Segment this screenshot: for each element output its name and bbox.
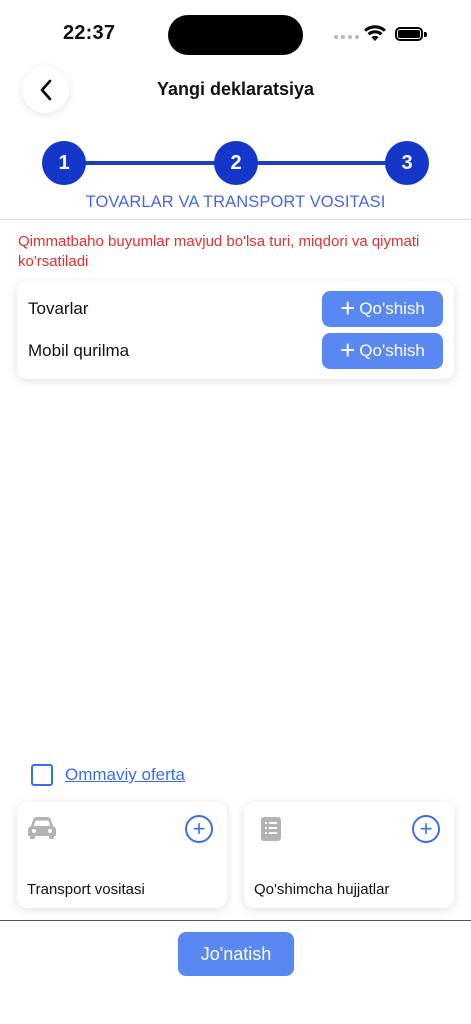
page-title: Yangi deklaratsiya — [156, 79, 315, 99]
dynamic-island — [168, 15, 303, 55]
documents-card-label: Qo'shimcha hujjatlar — [254, 881, 390, 898]
transport-card-label: Transport vositasi — [27, 881, 145, 898]
goods-row-tovarlar: Tovarlar + Qo'shish — [28, 291, 443, 327]
public-offer-link[interactable]: Ommaviy oferta — [65, 765, 185, 785]
goods-row-mobile: Mobil qurilma + Qo'shish — [28, 333, 443, 369]
goods-card: Tovarlar + Qo'shish Mobil qurilma + Qo's… — [17, 281, 454, 379]
cellular-signal-icon — [334, 35, 359, 39]
submit-button[interactable]: Jo'natish — [178, 932, 294, 976]
status-time: 22:37 — [63, 22, 116, 44]
add-button-label: Qo'shish — [359, 341, 425, 360]
documents-card[interactable]: + Qo'shimcha hujjatlar — [244, 802, 454, 908]
transport-card[interactable]: + Transport vositasi — [17, 802, 227, 908]
step-title: TOVARLAR VA TRANSPORT VOSITASI — [85, 193, 386, 211]
step-1: 1 — [42, 141, 86, 185]
public-offer-row: Ommaviy oferta — [31, 764, 185, 786]
wifi-icon — [364, 25, 386, 41]
battery-icon — [395, 27, 423, 41]
plus-icon: + — [340, 292, 356, 323]
add-document-icon[interactable]: + — [412, 815, 440, 843]
document-icon — [261, 817, 281, 841]
public-offer-checkbox[interactable] — [31, 764, 53, 786]
header-divider — [0, 219, 471, 220]
add-goods-button[interactable]: + Qo'shish — [322, 291, 443, 327]
step-2: 2 — [214, 141, 258, 185]
add-mobile-device-button[interactable]: + Qo'shish — [322, 333, 443, 369]
footer-divider — [0, 920, 471, 921]
step-3: 3 — [385, 141, 429, 185]
car-icon — [28, 817, 56, 839]
battery-cap — [424, 32, 427, 37]
add-transport-icon[interactable]: + — [185, 815, 213, 843]
goods-label: Tovarlar — [28, 299, 89, 318]
valuables-notice: Qimmatbaho buyumlar mavjud bo'lsa turi, … — [18, 233, 420, 270]
add-button-label: Qo'shish — [359, 299, 425, 318]
goods-label: Mobil qurilma — [28, 341, 130, 360]
plus-icon: + — [340, 334, 356, 365]
